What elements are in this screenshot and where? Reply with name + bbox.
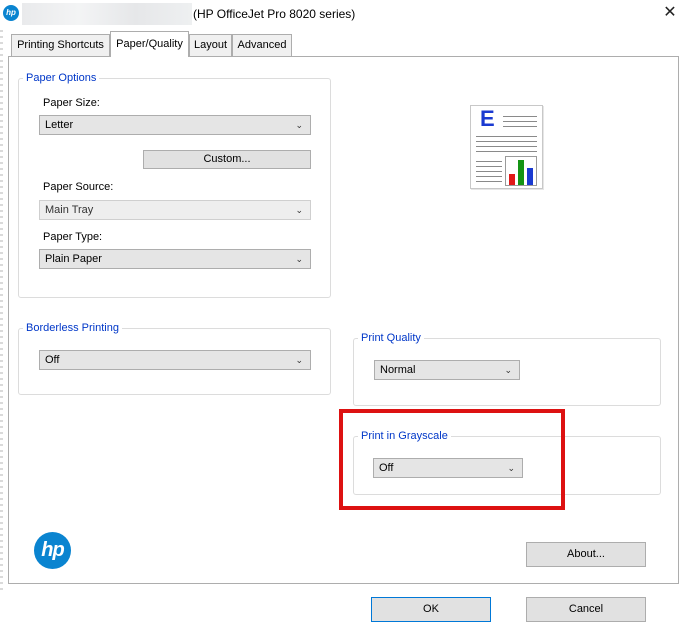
print-quality-value: Normal [380,364,416,376]
about-button[interactable]: About... [526,542,646,567]
redacted-title-region [22,3,192,25]
print-grayscale-value: Off [379,462,394,474]
window-title: (HP OfficeJet Pro 8020 series) [193,7,356,21]
paper-size-value: Letter [45,119,74,131]
paper-size-select[interactable]: Letter ⌄ [39,115,311,135]
paper-source-select[interactable]: Main Tray ⌄ [39,200,311,220]
preview-line [476,171,502,172]
chevron-down-icon: ⌄ [295,205,303,215]
paper-options-legend: Paper Options [23,72,100,85]
tab-printing-shortcuts[interactable]: Printing Shortcuts [11,34,110,56]
print-grayscale-select[interactable]: Off ⌄ [373,458,523,478]
close-icon[interactable]: ✕ [659,2,681,24]
preview-line [476,146,537,147]
hp-app-icon: hp [3,5,19,21]
paper-size-label: Paper Size: [43,97,100,109]
paper-type-select[interactable]: Plain Paper ⌄ [39,249,311,269]
preview-line [476,161,502,162]
preview-line [476,136,537,137]
borderless-printing-select[interactable]: Off ⌄ [39,350,311,370]
paper-type-value: Plain Paper [45,253,102,265]
hp-logo-icon: hp [34,532,71,569]
preview-bar-red [509,174,515,185]
chevron-down-icon: ⌄ [295,120,303,130]
tab-paper-quality[interactable]: Paper/Quality [110,31,189,57]
print-quality-select[interactable]: Normal ⌄ [374,360,520,380]
paper-source-value: Main Tray [45,204,94,216]
tab-layout[interactable]: Layout [189,34,232,56]
borderless-printing-legend: Borderless Printing [23,322,122,335]
chevron-down-icon: ⌄ [295,355,303,365]
preview-letter: E [480,106,495,131]
print-quality-legend: Print Quality [358,332,424,345]
chevron-down-icon: ⌄ [504,365,512,375]
preview-line [476,151,537,152]
preview-line [476,141,537,142]
preview-line [503,121,537,122]
ok-button[interactable]: OK [371,597,491,622]
preview-bar-green [518,160,524,185]
print-grayscale-legend: Print in Grayscale [358,430,451,443]
preview-line [476,166,502,167]
preview-line [503,116,537,117]
cancel-button[interactable]: Cancel [526,597,646,622]
preview-line [476,176,502,177]
page-preview-image: E [470,105,543,189]
borderless-printing-value: Off [45,354,60,366]
paper-type-label: Paper Type: [43,231,103,243]
window-left-edge [0,30,3,590]
preview-line [503,126,537,127]
preview-chart-icon [505,156,537,186]
preview-bar-blue [527,168,533,185]
custom-paper-size-button[interactable]: Custom... [143,150,311,169]
tab-advanced[interactable]: Advanced [232,34,292,56]
chevron-down-icon: ⌄ [295,254,303,264]
preview-line [476,181,502,182]
chevron-down-icon: ⌄ [507,463,515,473]
paper-source-label: Paper Source: [43,181,114,193]
